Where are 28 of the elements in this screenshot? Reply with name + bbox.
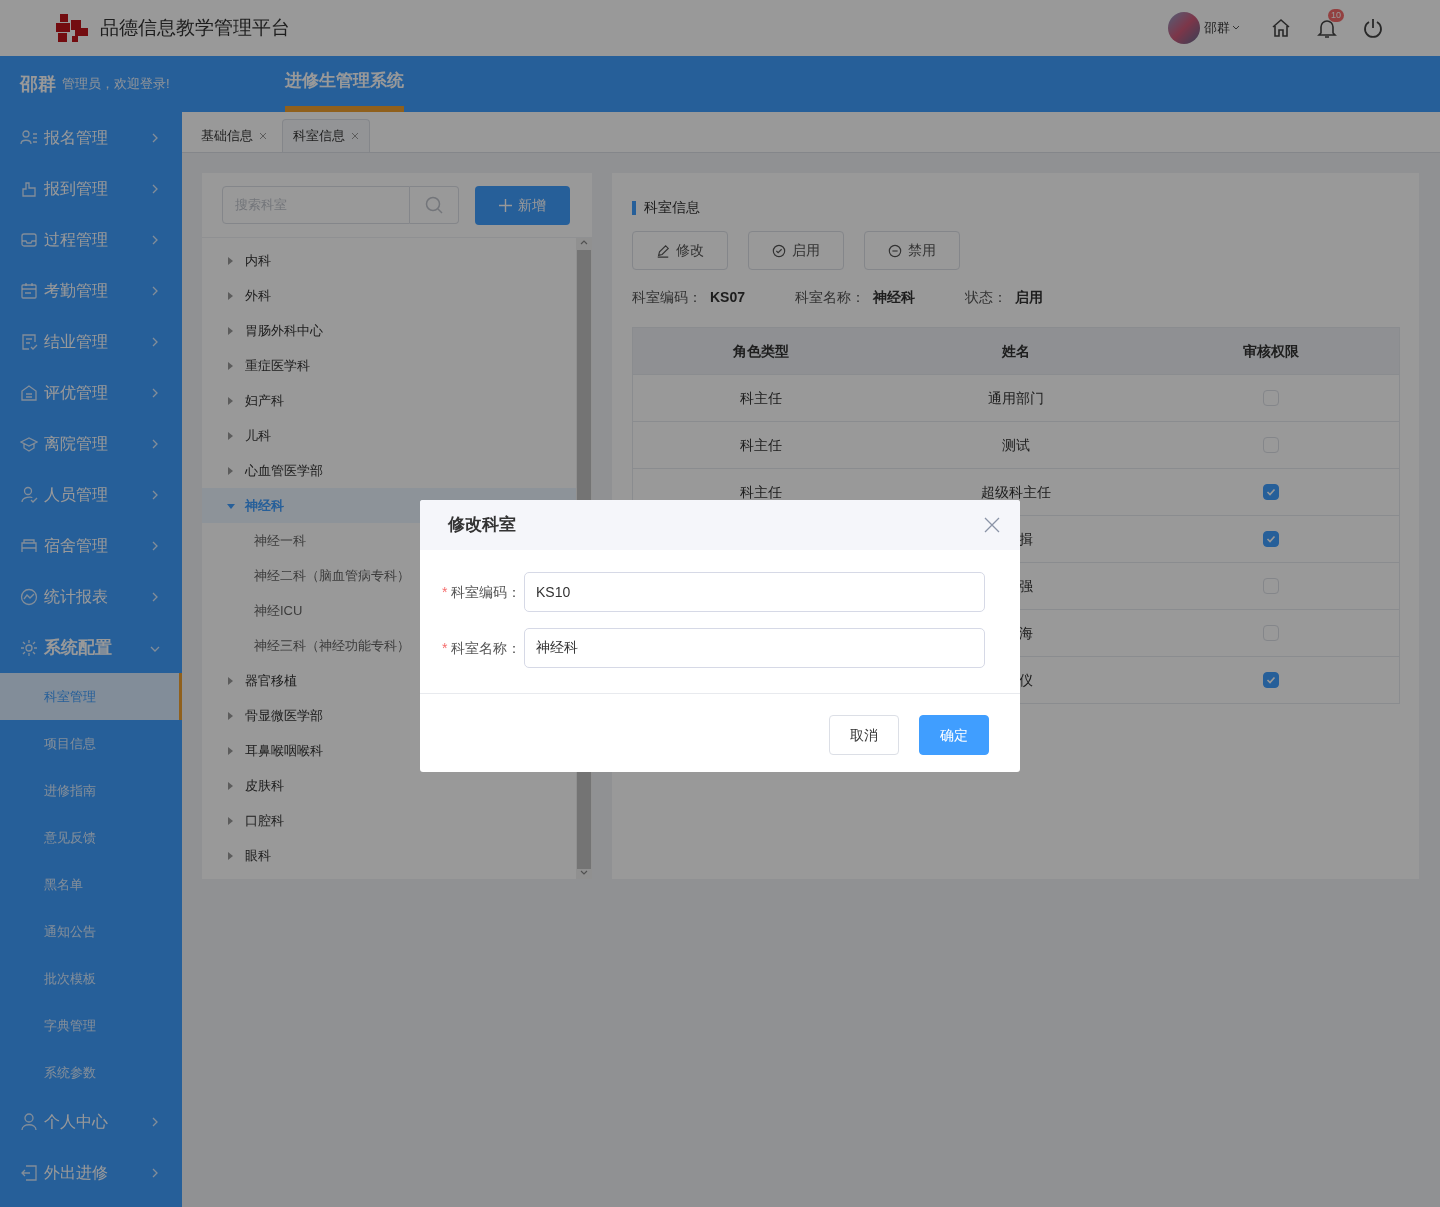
table-cell-text: 仪: [1018, 670, 1035, 690]
table-cell-text: 科主任: [738, 435, 783, 455]
table-cell-text: 海: [1018, 623, 1035, 643]
table-cell-text: 测试: [1001, 435, 1031, 455]
field-label: 科室名称：: [451, 638, 522, 658]
table-cell-text: 强: [1018, 576, 1035, 596]
field-value: 启用: [1015, 288, 1044, 307]
required-mark: *: [442, 582, 448, 602]
user-name: 邵群: [20, 72, 56, 96]
notification-badge: 10: [1328, 9, 1344, 22]
field-label: 科室编码：: [451, 582, 522, 602]
field-label: 状态：: [965, 288, 1008, 307]
platform-title: 品德信息教学管理平台: [100, 15, 290, 40]
table-cell-text: 揖: [1018, 529, 1035, 549]
column-header: 姓名: [1001, 341, 1031, 361]
table-cell-text: 通用部门: [987, 388, 1045, 408]
field-label: 科室编码：: [632, 288, 702, 307]
column-header: 角色类型: [731, 341, 790, 361]
field-label: 科室名称：: [795, 288, 866, 307]
required-mark: *: [442, 638, 448, 658]
table-cell-text: 科主任: [738, 482, 783, 502]
column-header: 审核权限: [1242, 341, 1301, 361]
table-cell-text: 科主任: [738, 388, 783, 408]
table-cell-text: 超级科主任: [980, 482, 1052, 502]
field-value: KS07: [710, 288, 746, 307]
field-value: 神经科: [873, 288, 916, 307]
section-title: 科室信息: [644, 198, 700, 217]
greeting-text: 管理员，欢迎登录!: [62, 75, 170, 94]
